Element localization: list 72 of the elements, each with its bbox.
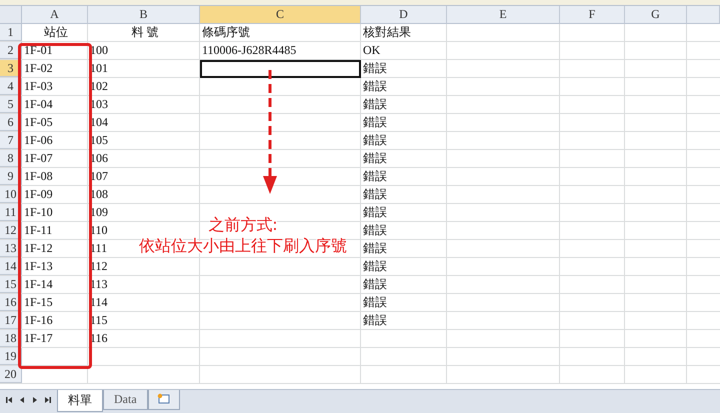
column-header[interactable]: F [560, 6, 625, 24]
table-cell: 114 [90, 295, 108, 309]
table-cell: 1F-12 [24, 241, 53, 255]
table-cell: 110006-J628R4485 [202, 43, 296, 57]
table-cell: 錯誤 [363, 259, 387, 273]
table-cell: 1F-04 [24, 97, 53, 111]
sheet-nav-icon[interactable] [4, 395, 14, 405]
table-cell: 111 [90, 241, 108, 255]
table-cell: 錯誤 [363, 151, 387, 165]
sheet-tab[interactable]: 料單 [57, 390, 103, 412]
table-cell: 錯誤 [363, 223, 387, 237]
table-cell: 錯誤 [363, 61, 387, 75]
table-cell: 錯誤 [363, 169, 387, 183]
sheet-tab[interactable]: Data [103, 390, 148, 410]
table-cell: OK [363, 43, 380, 57]
table-cell: 1F-15 [24, 295, 53, 309]
annotation-text: 之前方式: 依站位大小由上往下刷入序號 [138, 214, 348, 256]
table-cell: 錯誤 [363, 241, 387, 255]
table-cell: 錯誤 [363, 277, 387, 291]
table-cell: 1F-11 [24, 223, 52, 237]
table-cell: 1F-10 [24, 205, 53, 219]
table-cell: 102 [90, 79, 108, 93]
column-header[interactable]: E [447, 6, 560, 24]
table-cell: 1F-16 [24, 313, 53, 327]
row-header[interactable]: 20 [0, 366, 22, 383]
insert-sheet-button[interactable] [148, 390, 180, 410]
column-header[interactable]: B [88, 6, 200, 24]
table-cell: 110 [90, 223, 108, 237]
table-cell: 1F-17 [24, 331, 53, 345]
table-cell: 1F-07 [24, 151, 53, 165]
table-cell: 錯誤 [363, 313, 387, 327]
table-cell: 107 [90, 169, 108, 183]
table-cell: 核對結果 [363, 25, 411, 39]
table-cell: 1F-02 [24, 61, 53, 75]
table-cell: 109 [90, 205, 108, 219]
column-header[interactable]: D [361, 6, 447, 24]
table-cell: 條碼序號 [202, 25, 250, 39]
new-sheet-icon [156, 393, 171, 404]
table-cell: 錯誤 [363, 115, 387, 129]
table-cell: 106 [90, 151, 108, 165]
table-cell: 101 [90, 61, 108, 75]
table-cell: 115 [90, 313, 108, 327]
column-header[interactable]: C [200, 6, 361, 24]
column-header[interactable]: G [625, 6, 687, 24]
table-cell: 112 [90, 259, 108, 273]
table-cell: 105 [90, 133, 108, 147]
table-cell: 錯誤 [363, 205, 387, 219]
table-cell: 錯誤 [363, 79, 387, 93]
table-cell: 1F-13 [24, 259, 53, 273]
table-cell: 料 號 [132, 25, 158, 39]
sheet-nav-icon[interactable] [43, 395, 53, 405]
table-cell: 1F-14 [24, 277, 53, 291]
table-cell: 錯誤 [363, 97, 387, 111]
table-cell: 108 [90, 187, 108, 201]
table-cell: 104 [90, 115, 108, 129]
table-cell: 錯誤 [363, 295, 387, 309]
table-cell: 1F-01 [24, 43, 53, 57]
column-header[interactable]: A [22, 6, 88, 24]
table-cell: 1F-03 [24, 79, 53, 93]
table-cell: 103 [90, 97, 108, 111]
table-cell: 100 [90, 43, 108, 57]
table-cell: 錯誤 [363, 187, 387, 201]
table-cell: 錯誤 [363, 133, 387, 147]
table-cell: 1F-05 [24, 115, 53, 129]
table-cell: 116 [90, 331, 108, 345]
selected-cell[interactable] [200, 60, 361, 78]
table-cell: 1F-08 [24, 169, 53, 183]
table-cell: 1F-09 [24, 187, 53, 201]
row-header[interactable]: 1 [0, 24, 22, 41]
table-cell: 1F-06 [24, 133, 53, 147]
table-cell: 站位 [44, 25, 68, 39]
table-cell: 113 [90, 277, 108, 291]
